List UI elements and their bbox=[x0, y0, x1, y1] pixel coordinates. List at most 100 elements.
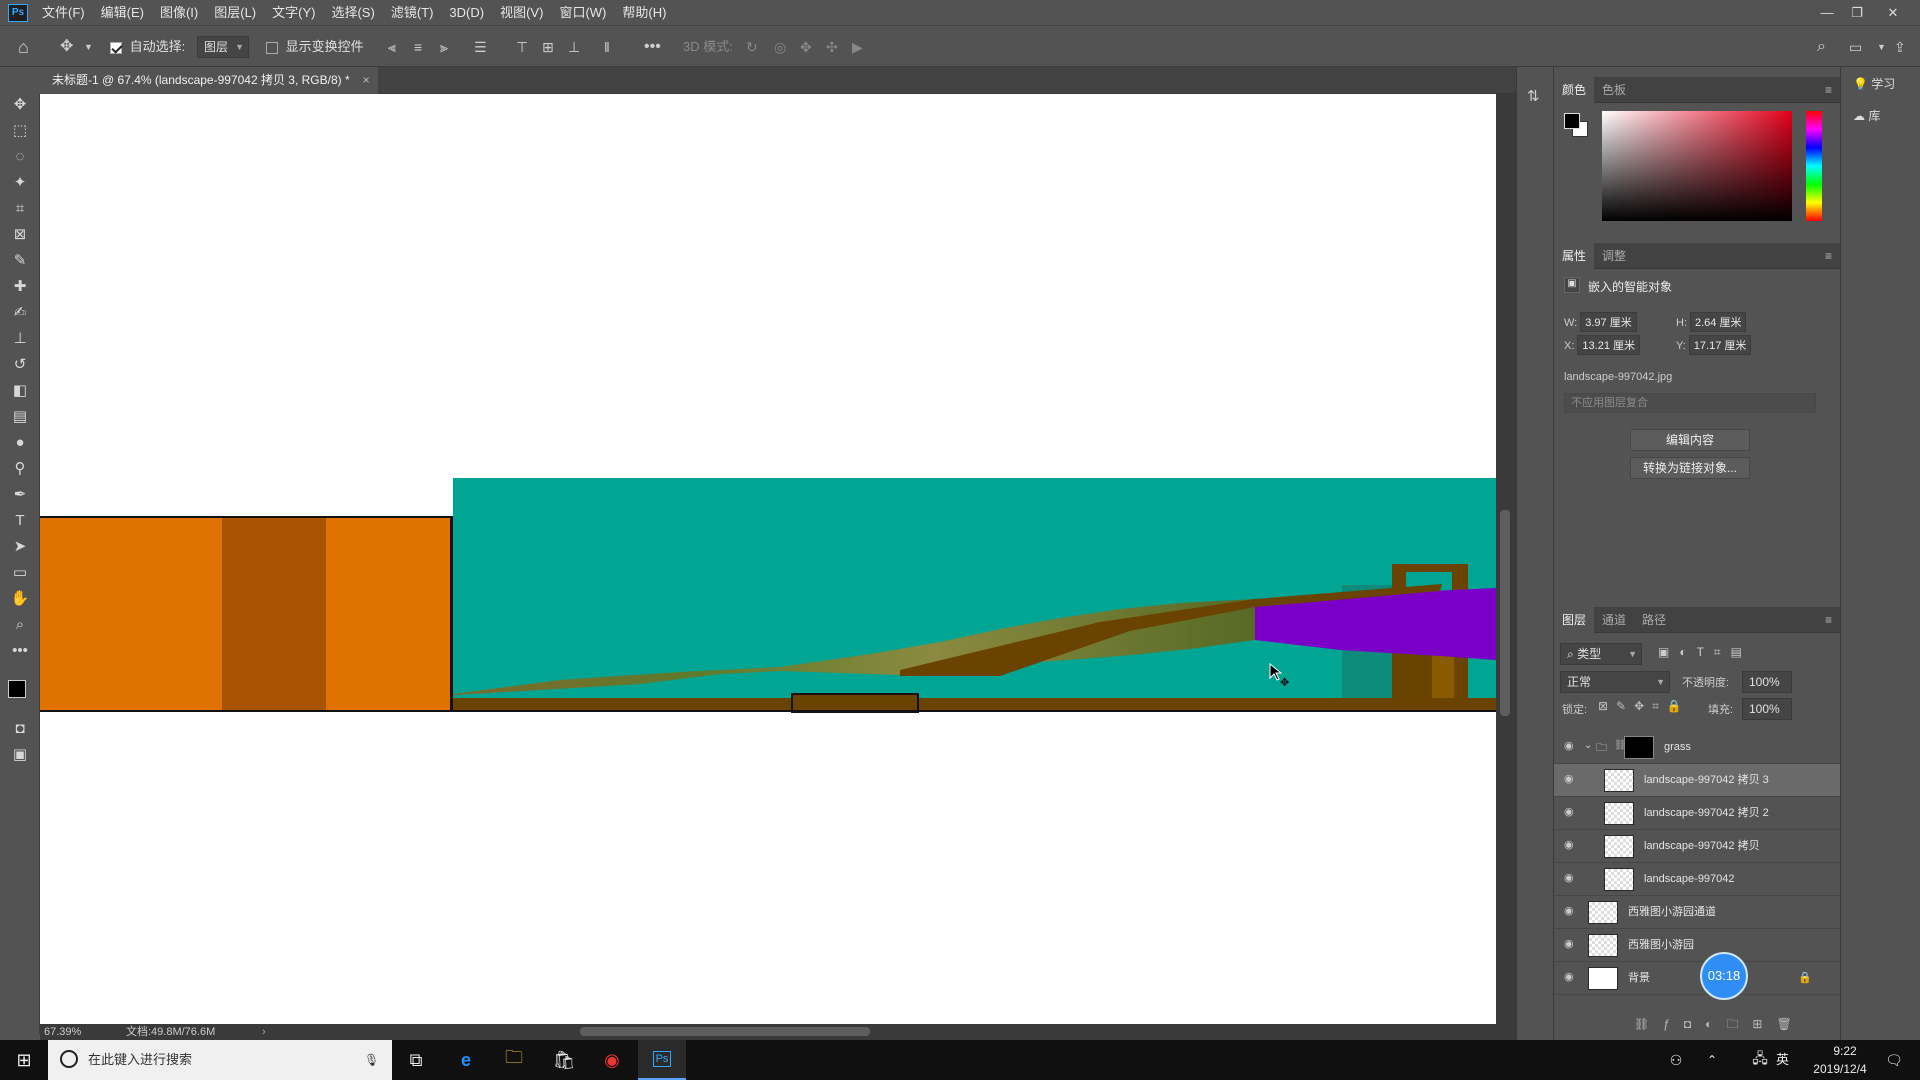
visibility-eye-icon[interactable]: ◉ bbox=[1564, 939, 1578, 950]
frame-tool-icon[interactable]: ⊠ bbox=[8, 224, 32, 246]
task-view-icon[interactable]: ⧉ bbox=[392, 1040, 440, 1080]
menu-image[interactable]: 图像(I) bbox=[152, 0, 206, 25]
document-canvas[interactable]: ✥ bbox=[40, 94, 1496, 1024]
hue-slider[interactable] bbox=[1806, 111, 1822, 221]
properties-menu-icon[interactable]: ≡ bbox=[1825, 243, 1832, 269]
move-tool-preset-icon[interactable]: ✥ bbox=[60, 26, 73, 68]
tab-paths[interactable]: 路径 bbox=[1634, 607, 1674, 633]
align-bottom-icon[interactable]: ⊥ bbox=[568, 26, 580, 68]
distribute-v-icon[interactable]: ‖ bbox=[604, 26, 610, 68]
chevron-down-icon[interactable]: ▼ bbox=[84, 26, 93, 68]
zoom-level[interactable]: 67.39% bbox=[44, 1024, 81, 1040]
notification-icon[interactable]: 🗨 bbox=[1870, 1040, 1918, 1080]
learn-panel-button[interactable]: 💡 学习 bbox=[1853, 75, 1913, 95]
rectangle-tool-icon[interactable]: ▭ bbox=[8, 562, 32, 584]
layer-row-selected[interactable]: ◉ landscape-997042 拷贝 3 bbox=[1554, 764, 1840, 797]
tab-adjustments[interactable]: 调整 bbox=[1594, 243, 1634, 269]
3d-roll-icon[interactable]: ◎ bbox=[774, 26, 786, 68]
close-window-icon[interactable]: ✕ bbox=[1878, 0, 1908, 25]
layer-row-grass[interactable]: ◉ ⌄ 🗀 ⛓ grass bbox=[1554, 731, 1840, 764]
visibility-eye-icon[interactable]: ◉ bbox=[1564, 807, 1578, 818]
3d-camera-icon[interactable]: ▶ bbox=[852, 26, 863, 68]
width-value[interactable]: 3.97 厘米 bbox=[1580, 312, 1637, 332]
file-explorer-icon[interactable]: 🗀 bbox=[490, 1040, 538, 1080]
pen-tool-icon[interactable]: ✒ bbox=[8, 484, 32, 506]
dodge-tool-icon[interactable]: ⚲ bbox=[8, 458, 32, 480]
auto-select-checkbox-wrap[interactable]: 自动选择: bbox=[110, 26, 185, 68]
vertical-scroll-thumb[interactable] bbox=[1500, 510, 1510, 716]
visibility-eye-icon[interactable]: ◉ bbox=[1564, 774, 1578, 785]
healing-brush-tool-icon[interactable]: ✚ bbox=[8, 276, 32, 298]
magic-wand-tool-icon[interactable]: ✦ bbox=[8, 172, 32, 194]
windows-start-icon[interactable]: ⊞ bbox=[0, 1040, 48, 1080]
layer-filter-select[interactable]: ⌕ 类型 ▼ bbox=[1560, 643, 1642, 665]
layers-menu-icon[interactable]: ≡ bbox=[1825, 607, 1832, 633]
tab-layers[interactable]: 图层 bbox=[1554, 607, 1595, 633]
hand-tool-icon[interactable]: ✋ bbox=[8, 588, 32, 610]
convert-to-linked-button[interactable]: 转换为链接对象... bbox=[1630, 457, 1750, 479]
search-icon[interactable]: ⌕ bbox=[1817, 26, 1826, 68]
path-selection-tool-icon[interactable]: ➤ bbox=[8, 536, 32, 558]
lock-icons[interactable]: ⊠✎✥⌗🔒 bbox=[1598, 699, 1690, 714]
type-tool-icon[interactable]: T bbox=[8, 510, 32, 532]
history-brush-tool-icon[interactable]: ↺ bbox=[8, 354, 32, 376]
workspace-icon[interactable]: ▭ bbox=[1849, 26, 1862, 68]
close-icon[interactable]: × bbox=[363, 67, 370, 94]
brush-tool-icon[interactable]: ✍ bbox=[8, 302, 32, 324]
crop-tool-icon[interactable]: ⌗ bbox=[8, 198, 32, 220]
menu-filter[interactable]: 滤镜(T) bbox=[383, 0, 442, 25]
blur-tool-icon[interactable]: ● bbox=[8, 432, 32, 454]
opacity-input[interactable]: 100% bbox=[1742, 671, 1792, 693]
group-chevron-down-icon[interactable]: ⌄ bbox=[1584, 740, 1592, 751]
auto-select-dropdown[interactable]: 图层 ▼ bbox=[197, 36, 249, 58]
layer-comp-select[interactable]: 不应用图层复合 bbox=[1564, 393, 1816, 413]
libraries-panel-button[interactable]: ☁ 库 bbox=[1853, 107, 1913, 127]
vertical-scrollbar[interactable] bbox=[1496, 94, 1516, 1024]
microphone-icon[interactable]: 🎙 bbox=[364, 1040, 379, 1080]
creative-cloud-icon[interactable]: ◉ bbox=[588, 1040, 636, 1080]
clone-stamp-tool-icon[interactable]: ⊥ bbox=[8, 328, 32, 350]
layer-row[interactable]: ◉ 西雅图小游园通道 bbox=[1554, 896, 1840, 929]
visibility-eye-icon[interactable]: ◉ bbox=[1564, 906, 1578, 917]
menu-window[interactable]: 窗口(W) bbox=[551, 0, 614, 25]
3d-pan-icon[interactable]: ✥ bbox=[800, 26, 812, 68]
foreground-color-swatch[interactable] bbox=[8, 680, 26, 698]
home-icon[interactable]: ⌂ bbox=[18, 26, 29, 68]
distribute-icon[interactable]: ☰ bbox=[474, 26, 487, 68]
document-tab[interactable]: 未标题-1 @ 67.4% (landscape-997042 拷贝 3, RG… bbox=[40, 67, 378, 94]
align-top-icon[interactable]: ⊤ bbox=[516, 26, 528, 68]
layer-row[interactable]: ◉ landscape-997042 bbox=[1554, 863, 1840, 896]
height-value[interactable]: 2.64 厘米 bbox=[1690, 312, 1747, 332]
layer-row[interactable]: ◉ landscape-997042 拷贝 bbox=[1554, 830, 1840, 863]
tab-channels[interactable]: 通道 bbox=[1594, 607, 1634, 633]
restore-icon[interactable]: ❐ bbox=[1842, 0, 1872, 25]
menu-select[interactable]: 选择(S) bbox=[323, 0, 382, 25]
menu-help[interactable]: 帮助(H) bbox=[614, 0, 674, 25]
screen-mode-icon[interactable]: ▣ bbox=[8, 744, 32, 766]
show-transform-wrap[interactable]: 显示变换控件 bbox=[266, 26, 364, 68]
layer-row-background[interactable]: ◉ 背景 03:18 🔒 bbox=[1554, 952, 1840, 1000]
color-field[interactable] bbox=[1602, 111, 1792, 221]
fill-input[interactable]: 100% bbox=[1742, 698, 1792, 720]
photoshop-logo-icon[interactable]: Ps bbox=[8, 3, 28, 22]
gradient-tool-icon[interactable]: ▤ bbox=[8, 406, 32, 428]
tab-properties[interactable]: 属性 bbox=[1554, 243, 1595, 269]
menu-file[interactable]: 文件(F) bbox=[34, 0, 93, 25]
tray-chevron-up-icon[interactable]: ⌃ bbox=[1688, 1040, 1736, 1080]
layer-row[interactable]: ◉ 西雅图小游园 bbox=[1554, 929, 1840, 962]
auto-select-checkbox[interactable] bbox=[110, 41, 122, 54]
minimize-icon[interactable]: — bbox=[1812, 0, 1842, 25]
canvas-area[interactable]: ✥ bbox=[40, 94, 1516, 1024]
menu-view[interactable]: 视图(V) bbox=[492, 0, 551, 25]
panel-menu-icon[interactable]: ≡ bbox=[1825, 77, 1832, 103]
x-value[interactable]: 13.21 厘米 bbox=[1577, 335, 1640, 355]
more-options-icon[interactable]: ••• bbox=[644, 26, 661, 68]
tab-color[interactable]: 颜色 bbox=[1554, 77, 1595, 103]
status-chevron-icon[interactable]: › bbox=[262, 1024, 266, 1040]
menu-edit[interactable]: 编辑(E) bbox=[93, 0, 152, 25]
layer-actions-bar[interactable]: ⛓ƒ◘◐🗀⊞🗑 bbox=[1634, 1015, 1806, 1036]
visibility-eye-icon[interactable]: ◉ bbox=[1564, 741, 1578, 752]
edit-contents-button[interactable]: 编辑内容 bbox=[1630, 429, 1750, 451]
show-transform-checkbox[interactable] bbox=[266, 41, 278, 54]
timer-badge[interactable]: 03:18 bbox=[1700, 952, 1748, 1000]
